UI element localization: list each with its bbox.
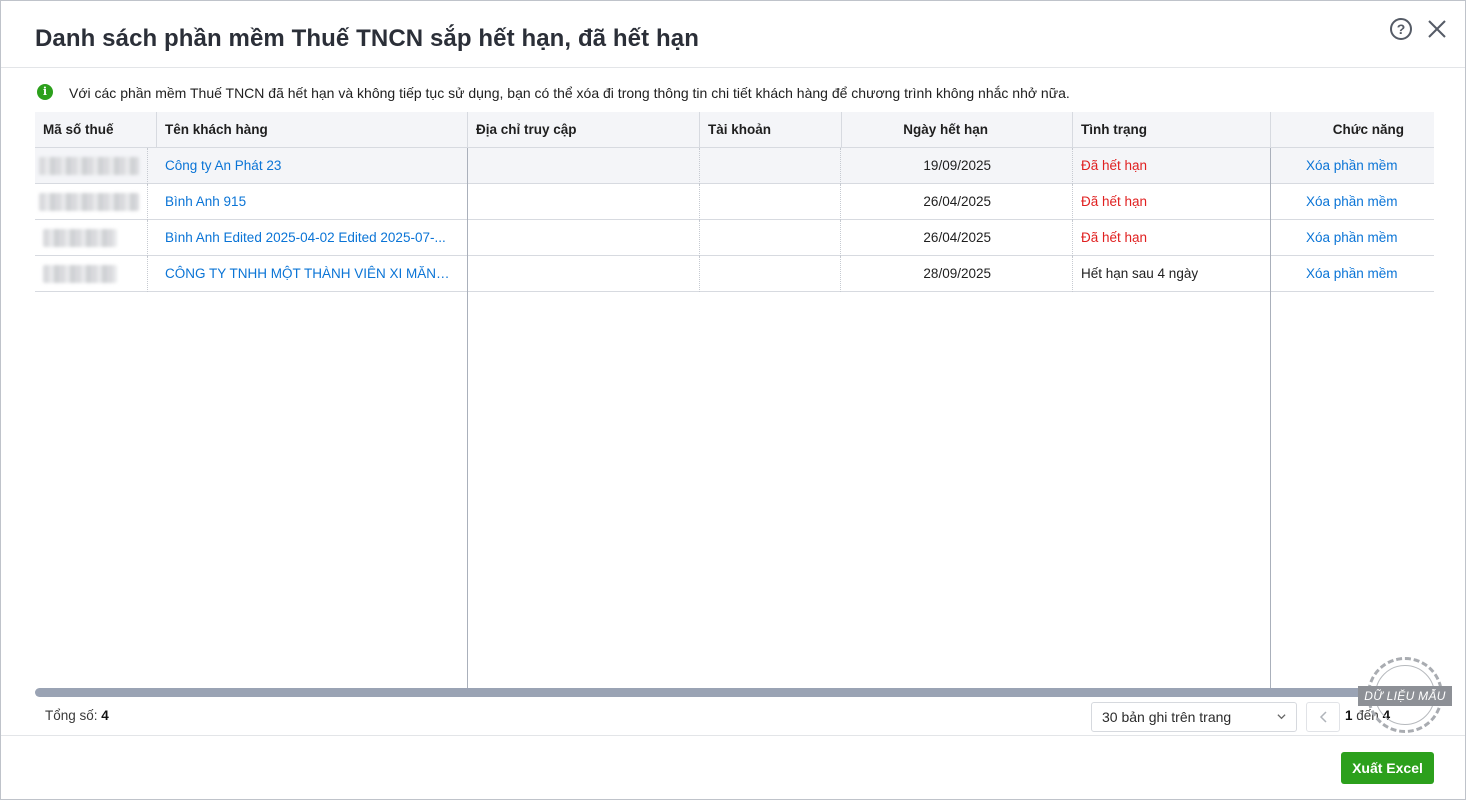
- dialog-title: Danh sách phần mềm Thuế TNCN sắp hết hạn…: [35, 25, 699, 52]
- chevron-down-icon: [1277, 714, 1286, 720]
- export-excel-button[interactable]: Xuất Excel: [1341, 752, 1434, 784]
- expiring-software-dialog: Danh sách phần mềm Thuế TNCN sắp hết hạn…: [0, 0, 1466, 800]
- customer-link[interactable]: Bình Anh Edited 2025-04-02 Edited 2025-0…: [165, 220, 450, 256]
- expiry-date: 28/09/2025: [923, 266, 991, 281]
- help-icon[interactable]: ?: [1390, 18, 1412, 40]
- tax-code-redacted: [43, 229, 117, 247]
- col-header-address[interactable]: Địa chỉ truy cập: [476, 112, 577, 148]
- expiry-date: 26/04/2025: [923, 230, 991, 245]
- tax-code-redacted: [39, 193, 139, 211]
- delete-software-link[interactable]: Xóa phần mềm: [1306, 220, 1398, 256]
- sample-data-watermark: DỮ LIỆU MẪU: [1358, 686, 1452, 706]
- frozen-column-divider: [467, 148, 468, 688]
- col-header-actions[interactable]: Chức năng: [1270, 112, 1404, 148]
- customer-link[interactable]: Bình Anh 915: [165, 184, 450, 220]
- info-icon: i: [37, 84, 53, 100]
- page-size-select[interactable]: 30 bản ghi trên trang: [1091, 702, 1297, 732]
- delete-software-link[interactable]: Xóa phần mềm: [1306, 184, 1398, 220]
- total-count: Tổng số: 4: [45, 708, 109, 723]
- expiry-date: 26/04/2025: [923, 194, 991, 209]
- dialog-header: Danh sách phần mềm Thuế TNCN sắp hết hạn…: [1, 1, 1465, 68]
- customer-link[interactable]: CÔNG TY TNHH MỘT THÀNH VIÊN XI MĂNG...: [165, 256, 450, 292]
- col-header-account[interactable]: Tài khoản: [708, 112, 771, 148]
- col-header-expiry[interactable]: Ngày hết hạn: [841, 112, 988, 148]
- page-size-value: 30 bản ghi trên trang: [1102, 709, 1232, 725]
- tax-code-redacted: [43, 265, 117, 283]
- horizontal-scrollbar[interactable]: [35, 688, 1434, 697]
- total-value: 4: [101, 708, 109, 723]
- software-table: Mã số thuế Tên khách hàng Địa chỉ truy c…: [35, 112, 1434, 688]
- close-icon[interactable]: [1426, 18, 1448, 40]
- col-header-customer[interactable]: Tên khách hàng: [165, 112, 268, 148]
- previous-page-button[interactable]: [1306, 702, 1340, 732]
- notice-text: Với các phần mềm Thuế TNCN đã hết hạn và…: [69, 85, 1070, 101]
- expiry-date: 19/09/2025: [923, 158, 991, 173]
- chevron-left-icon: [1319, 711, 1327, 723]
- col-header-tax-code[interactable]: Mã số thuế: [43, 112, 114, 148]
- col-header-status[interactable]: Tình trạng: [1081, 112, 1147, 148]
- status-text: Đã hết hạn: [1081, 230, 1148, 245]
- table-row[interactable]: CÔNG TY TNHH MỘT THÀNH VIÊN XI MĂNG... 2…: [35, 256, 1434, 292]
- table-row[interactable]: Công ty An Phát 23 19/09/2025 Đã hết hạn…: [35, 148, 1434, 184]
- status-text: Đã hết hạn: [1081, 194, 1148, 209]
- status-text: Đã hết hạn: [1081, 158, 1148, 173]
- delete-software-link[interactable]: Xóa phần mềm: [1306, 256, 1398, 292]
- tax-code-redacted: [39, 157, 139, 175]
- frozen-column-divider: [1270, 148, 1271, 688]
- footer-divider: [1, 735, 1465, 736]
- status-text: Hết hạn sau 4 ngày: [1081, 266, 1199, 281]
- table-row[interactable]: Bình Anh 915 26/04/2025 Đã hết hạn Xóa p…: [35, 184, 1434, 220]
- table-header: Mã số thuế Tên khách hàng Địa chỉ truy c…: [35, 112, 1434, 148]
- delete-software-link[interactable]: Xóa phần mềm: [1306, 148, 1398, 184]
- customer-link[interactable]: Công ty An Phát 23: [165, 148, 450, 184]
- range-from: 1: [1345, 708, 1353, 723]
- total-label: Tổng số:: [45, 708, 98, 723]
- table-row[interactable]: Bình Anh Edited 2025-04-02 Edited 2025-0…: [35, 220, 1434, 256]
